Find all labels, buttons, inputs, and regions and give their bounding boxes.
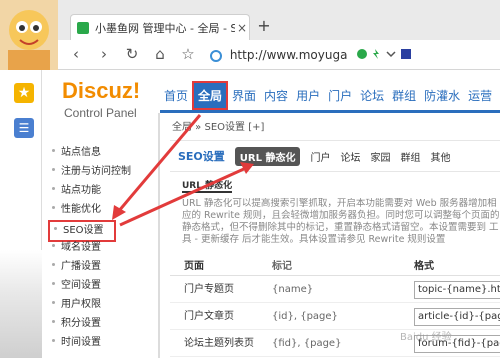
back-icon[interactable]: ‹ xyxy=(66,44,86,64)
bullet-icon xyxy=(52,339,55,342)
address-bar[interactable]: http://www.moyuga xyxy=(210,44,500,66)
settings-tab[interactable]: URL 静态化 xyxy=(234,146,301,166)
bullet-icon xyxy=(52,168,55,171)
section-heading: URL 静态化 xyxy=(182,178,233,193)
settings-title: SEO设置 xyxy=(178,150,225,163)
sidebar-item[interactable]: 广播设置 xyxy=(52,258,152,276)
lock-icon xyxy=(210,50,222,62)
bullet-icon xyxy=(52,263,55,266)
topnav-item[interactable]: 首页 xyxy=(160,87,192,104)
section-description: URL 静态化可以提高搜索引擎抓取，开启本功能需要对 Web 服务器增加相应的 … xyxy=(182,198,500,245)
settings-tab[interactable]: 门户 xyxy=(310,149,330,164)
mark-cell: {id}, {page} xyxy=(272,311,338,322)
sidebar-item[interactable]: 站点功能 xyxy=(52,182,152,200)
topnav-item[interactable]: 论坛 xyxy=(356,87,388,104)
sidebar-item-label: 空间设置 xyxy=(61,280,101,291)
sidebar-item-label: 积分设置 xyxy=(61,318,101,329)
sidebar-item[interactable]: 时间设置 xyxy=(52,334,152,352)
table-header: 页面 标记 格式 xyxy=(170,258,500,276)
bullet-icon xyxy=(52,244,55,247)
top-navigation: 首页全局界面内容用户门户论坛群组防灌水运营应月 xyxy=(160,80,500,110)
browser-tab[interactable]: 小墨鱼网 管理中心 - 全局 - SEO × xyxy=(70,14,250,40)
format-input[interactable]: article-{id}-{page}.html xyxy=(414,308,500,326)
sidebar-item[interactable]: 空间设置 xyxy=(52,277,152,295)
forward-icon[interactable]: › xyxy=(94,44,114,64)
sidebar-item[interactable]: 积分设置 xyxy=(52,315,152,333)
topnav-item[interactable]: 防灌水 xyxy=(420,87,464,104)
reload-icon[interactable]: ↻ xyxy=(122,44,142,64)
decorative-ink-image xyxy=(0,250,42,358)
sidebar-divider xyxy=(158,113,160,358)
settings-tab[interactable]: 群组 xyxy=(400,149,420,164)
bookmark-star-icon[interactable]: ☆ xyxy=(178,44,198,64)
topnav-item[interactable]: 群组 xyxy=(388,87,420,104)
sidebar-item-label: 用户权限 xyxy=(61,299,101,310)
tab-title: 小墨鱼网 管理中心 - 全局 - SEO xyxy=(95,21,235,35)
mark-cell: {name} xyxy=(272,284,314,295)
sidebar-item[interactable]: 站点信息 xyxy=(52,144,152,162)
col-mark-header: 标记 xyxy=(272,261,292,272)
format-input[interactable]: topic-{name}.html xyxy=(414,281,500,299)
favicon-icon xyxy=(77,21,89,34)
sidebar-item[interactable]: 注册与访问控制 xyxy=(52,163,152,181)
bullet-icon xyxy=(52,187,55,190)
sidebar-item-label: 站点功能 xyxy=(61,185,101,196)
sidebar-item[interactable]: 性能优化 xyxy=(52,201,152,219)
sidebar-item-label: 时间设置 xyxy=(61,337,101,348)
table-row: 门户专题页 {name} topic-{name}.html xyxy=(170,277,500,303)
sidebar-item-label: SEO设置 xyxy=(63,225,104,236)
bullet-icon xyxy=(52,301,55,304)
bullet-icon xyxy=(52,282,55,285)
new-tab-button[interactable]: + xyxy=(256,18,272,34)
bullet-icon xyxy=(54,227,57,230)
topnav-item[interactable]: 应月 xyxy=(496,87,500,104)
settings-tab[interactable]: 论坛 xyxy=(340,149,360,164)
bullet-icon xyxy=(52,206,55,209)
settings-tabbar: SEO设置 URL 静态化 门户 论坛 家园 群组 其他 xyxy=(170,140,500,172)
page-cell: 门户专题页 xyxy=(184,284,234,295)
sidebar-item-label: 广播设置 xyxy=(61,261,101,272)
discuz-logo: Discuz! xyxy=(62,78,141,103)
favorites-star-icon[interactable]: ★ xyxy=(14,83,34,103)
mark-cell: {fid}, {page} xyxy=(272,338,342,349)
page-cell: 论坛主题列表页 xyxy=(184,338,254,349)
sidebar-item[interactable]: 用户权限 xyxy=(52,296,152,314)
topnav-item[interactable]: 门户 xyxy=(324,87,356,104)
url-text: http://www.moyuga xyxy=(229,48,348,62)
sidebar-item-label: 域名设置 xyxy=(61,242,101,253)
sidebar-item[interactable]: 域名设置 xyxy=(52,239,152,257)
col-format-header: 格式 xyxy=(414,261,434,272)
mascot-image xyxy=(0,0,58,70)
table-row: 门户文章页 {id}, {page} article-{id}-{page}.htm… xyxy=(170,304,500,330)
topnav-item[interactable]: 用户 xyxy=(292,87,324,104)
settings-tab[interactable]: 其他 xyxy=(430,149,450,164)
logo-subtitle: Control Panel xyxy=(64,106,137,120)
page-cell: 门户文章页 xyxy=(184,311,234,322)
close-tab-icon[interactable]: × xyxy=(235,21,249,35)
watermark: Baidu 经验 xyxy=(400,332,452,343)
bullet-icon xyxy=(52,149,55,152)
breadcrumb: 全局 » SEO设置 [+] xyxy=(172,122,265,133)
topnav-item[interactable]: 运营 xyxy=(464,87,496,104)
reading-list-icon[interactable]: ☰ xyxy=(14,118,34,138)
sidebar-item-label: 注册与访问控制 xyxy=(61,166,131,177)
topnav-item[interactable]: 全局 xyxy=(192,80,229,110)
settings-tab[interactable]: 家园 xyxy=(370,149,390,164)
col-page-header: 页面 xyxy=(184,261,204,272)
topnav-item[interactable]: 内容 xyxy=(260,87,292,104)
topnav-item[interactable]: 界面 xyxy=(228,87,260,104)
sidebar-item-label: 性能优化 xyxy=(61,204,101,215)
bullet-icon xyxy=(52,320,55,323)
sidebar-item-label: 站点信息 xyxy=(61,147,101,158)
home-icon[interactable]: ⌂ xyxy=(150,44,170,64)
extension-icons[interactable] xyxy=(355,47,415,61)
nav-underline xyxy=(160,110,500,113)
